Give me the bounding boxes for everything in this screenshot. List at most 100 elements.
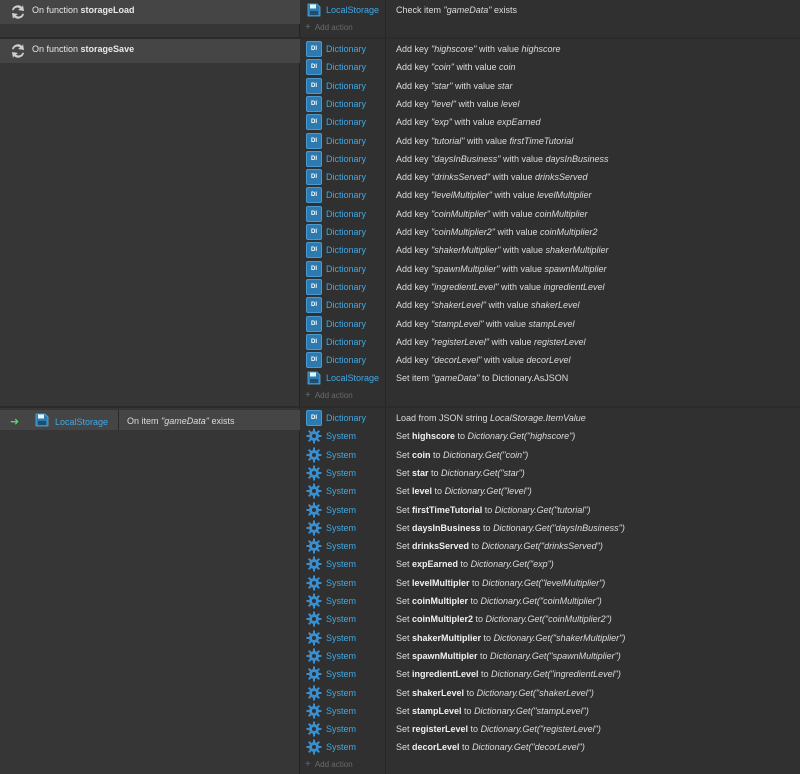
action-description[interactable]: Set registerLevel to Dictionary.Get("reg…	[396, 724, 601, 734]
action-row[interactable]: System Set level to Dictionary.Get("level…	[301, 482, 800, 500]
action-description[interactable]: Add key "coinMultiplier" with value coin…	[396, 209, 588, 219]
action-row[interactable]: DI Dictionary Add key "registerLevel" with…	[301, 333, 800, 351]
condition-column[interactable]: On function storageLoad	[0, 0, 300, 37]
action-row[interactable]: DI Dictionary Add key "star" with value st…	[301, 77, 800, 95]
event-block-on-item-exists[interactable]: ➜ LocalStorage On item "gameData" exists…	[0, 408, 800, 774]
trigger-object-name[interactable]: LocalStorage	[55, 417, 108, 427]
action-description[interactable]: Set levelMultipler to Dictionary.Get("le…	[396, 578, 605, 588]
action-row[interactable]: System Set drinksServed to Dictionary.Get…	[301, 537, 800, 555]
action-object-name[interactable]: LocalStorage	[326, 373, 379, 383]
action-object-name[interactable]: Dictionary	[326, 172, 366, 182]
action-object-name[interactable]: System	[326, 742, 356, 752]
action-description[interactable]: Set daysInBusiness to Dictionary.Get("da…	[396, 523, 625, 533]
action-row[interactable]: DI Dictionary Add key "stampLevel" with va…	[301, 315, 800, 333]
action-object-name[interactable]: Dictionary	[326, 264, 366, 274]
action-column[interactable]: DI Dictionary Load from JSON string LocalS…	[301, 408, 800, 774]
action-row[interactable]: DI Dictionary Add key "tutorial" with valu…	[301, 132, 800, 150]
action-description[interactable]: Add key "drinksServed" with value drinks…	[396, 172, 588, 182]
action-description[interactable]: Add key "shakerMultiplier" with value sh…	[396, 245, 609, 255]
action-object-name[interactable]: Dictionary	[326, 413, 366, 423]
action-description[interactable]: Set ingredientLevel to Dictionary.Get("i…	[396, 669, 621, 679]
action-description[interactable]: Set expEarned to Dictionary.Get("exp")	[396, 559, 554, 569]
action-description[interactable]: Add key "levelMultiplier" with value lev…	[396, 190, 592, 200]
add-action-button[interactable]: + Add action	[305, 758, 353, 772]
action-object-name[interactable]: System	[326, 523, 356, 533]
action-row[interactable]: DI Dictionary Add key "highscore" with val…	[301, 40, 800, 58]
action-row[interactable]: DI Dictionary Add key "coinMultiplier2" wi…	[301, 223, 800, 241]
action-description[interactable]: Add key "star" with value star	[396, 81, 512, 91]
action-object-name[interactable]: Dictionary	[326, 227, 366, 237]
action-row[interactable]: System Set shakerMultiplier to Dictionary…	[301, 629, 800, 647]
action-description[interactable]: Add key "coin" with value coin	[396, 62, 515, 72]
action-row[interactable]: System Set coinMultipler to Dictionary.Ge…	[301, 592, 800, 610]
function-condition[interactable]: On function storageSave	[0, 39, 300, 63]
action-object-name[interactable]: Dictionary	[326, 337, 366, 347]
action-description[interactable]: Set spawnMultipler to Dictionary.Get("sp…	[396, 651, 621, 661]
action-description[interactable]: Add key "coinMultiplier2" with value coi…	[396, 227, 598, 237]
action-object-name[interactable]: System	[326, 706, 356, 716]
action-object-name[interactable]: System	[326, 505, 356, 515]
condition-column[interactable]: ➜ LocalStorage On item "gameData" exists	[0, 408, 300, 774]
action-object-name[interactable]: System	[326, 541, 356, 551]
action-row[interactable]: System Set coin to Dictionary.Get("coin")	[301, 446, 800, 464]
action-object-name[interactable]: System	[326, 559, 356, 569]
action-description[interactable]: Set shakerMultiplier to Dictionary.Get("…	[396, 633, 625, 643]
action-row[interactable]: DI Dictionary Add key "decorLevel" with va…	[301, 351, 800, 369]
action-object-name[interactable]: Dictionary	[326, 81, 366, 91]
action-description[interactable]: Add key "tutorial" with value firstTimeT…	[396, 136, 573, 146]
action-object-name[interactable]: System	[326, 614, 356, 624]
action-object-name[interactable]: Dictionary	[326, 355, 366, 365]
action-row[interactable]: System Set expEarned to Dictionary.Get("e…	[301, 555, 800, 573]
action-row[interactable]: System Set firstTimeTutorial to Dictionar…	[301, 501, 800, 519]
action-row[interactable]: DI Dictionary Add key "shakerMultiplier" w…	[301, 241, 800, 259]
action-description[interactable]: Add key "shakerLevel" with value shakerL…	[396, 300, 580, 310]
event-block-storage-load[interactable]: On function storageLoad LocalStorage Chec…	[0, 0, 800, 37]
action-description[interactable]: Add key "highscore" with value highscore	[396, 44, 561, 54]
action-description[interactable]: Set shakerLevel to Dictionary.Get("shake…	[396, 688, 594, 698]
action-row[interactable]: LocalStorage Check item "gameData" exists	[301, 1, 800, 19]
action-description[interactable]: Add key "ingredientLevel" with value ing…	[396, 282, 605, 292]
action-description[interactable]: Set stampLevel to Dictionary.Get("stampL…	[396, 706, 589, 716]
action-row[interactable]: System Set levelMultipler to Dictionary.G…	[301, 574, 800, 592]
action-row[interactable]: LocalStorage Set item "gameData" to Dicti…	[301, 369, 800, 387]
action-description[interactable]: Add key "exp" with value expEarned	[396, 117, 541, 127]
action-object-name[interactable]: Dictionary	[326, 44, 366, 54]
action-row[interactable]: DI Dictionary Add key "spawnMultiplier" wi…	[301, 260, 800, 278]
action-description[interactable]: Set star to Dictionary.Get("star")	[396, 468, 525, 478]
action-object-name[interactable]: Dictionary	[326, 209, 366, 219]
action-row[interactable]: System Set star to Dictionary.Get("star")	[301, 464, 800, 482]
action-column[interactable]: LocalStorage Check item "gameData" exists…	[301, 0, 800, 37]
action-description[interactable]: Set item "gameData" to Dictionary.AsJSON	[396, 373, 568, 383]
action-object-name[interactable]: Dictionary	[326, 117, 366, 127]
event-block-storage-save[interactable]: On function storageSave DI Dictionary Add …	[0, 39, 800, 406]
action-description[interactable]: Set decorLevel to Dictionary.Get("decorL…	[396, 742, 585, 752]
action-object-name[interactable]: Dictionary	[326, 319, 366, 329]
action-row[interactable]: DI Dictionary Add key "level" with value l…	[301, 95, 800, 113]
action-row[interactable]: System Set daysInBusiness to Dictionary.G…	[301, 519, 800, 537]
action-description[interactable]: Add key "daysInBusiness" with value days…	[396, 154, 609, 164]
action-row[interactable]: System Set spawnMultipler to Dictionary.G…	[301, 647, 800, 665]
action-description[interactable]: Add key "spawnMultiplier" with value spa…	[396, 264, 607, 274]
action-description[interactable]: Set coin to Dictionary.Get("coin")	[396, 450, 528, 460]
action-row[interactable]: System Set ingredientLevel to Dictionary.…	[301, 665, 800, 683]
action-object-name[interactable]: Dictionary	[326, 62, 366, 72]
action-object-name[interactable]: Dictionary	[326, 190, 366, 200]
action-object-name[interactable]: System	[326, 633, 356, 643]
action-object-name[interactable]: Dictionary	[326, 245, 366, 255]
action-object-name[interactable]: Dictionary	[326, 99, 366, 109]
action-description[interactable]: Add key "stampLevel" with value stampLev…	[396, 319, 575, 329]
action-object-name[interactable]: System	[326, 688, 356, 698]
action-description[interactable]: Add key "decorLevel" with value decorLev…	[396, 355, 571, 365]
action-column[interactable]: DI Dictionary Add key "highscore" with val…	[301, 39, 800, 406]
add-action-button[interactable]: + Add action	[305, 20, 353, 34]
action-description[interactable]: Check item "gameData" exists	[396, 5, 517, 15]
function-condition[interactable]: On function storageLoad	[0, 0, 300, 24]
action-object-name[interactable]: LocalStorage	[326, 5, 379, 15]
action-description[interactable]: Add key "level" with value level	[396, 99, 519, 109]
action-object-name[interactable]: System	[326, 596, 356, 606]
action-row[interactable]: DI Dictionary Add key "shakerLevel" with v…	[301, 296, 800, 314]
action-row[interactable]: System Set highscore to Dictionary.Get("h…	[301, 427, 800, 445]
action-object-name[interactable]: Dictionary	[326, 154, 366, 164]
action-object-name[interactable]: System	[326, 486, 356, 496]
action-object-name[interactable]: Dictionary	[326, 300, 366, 310]
